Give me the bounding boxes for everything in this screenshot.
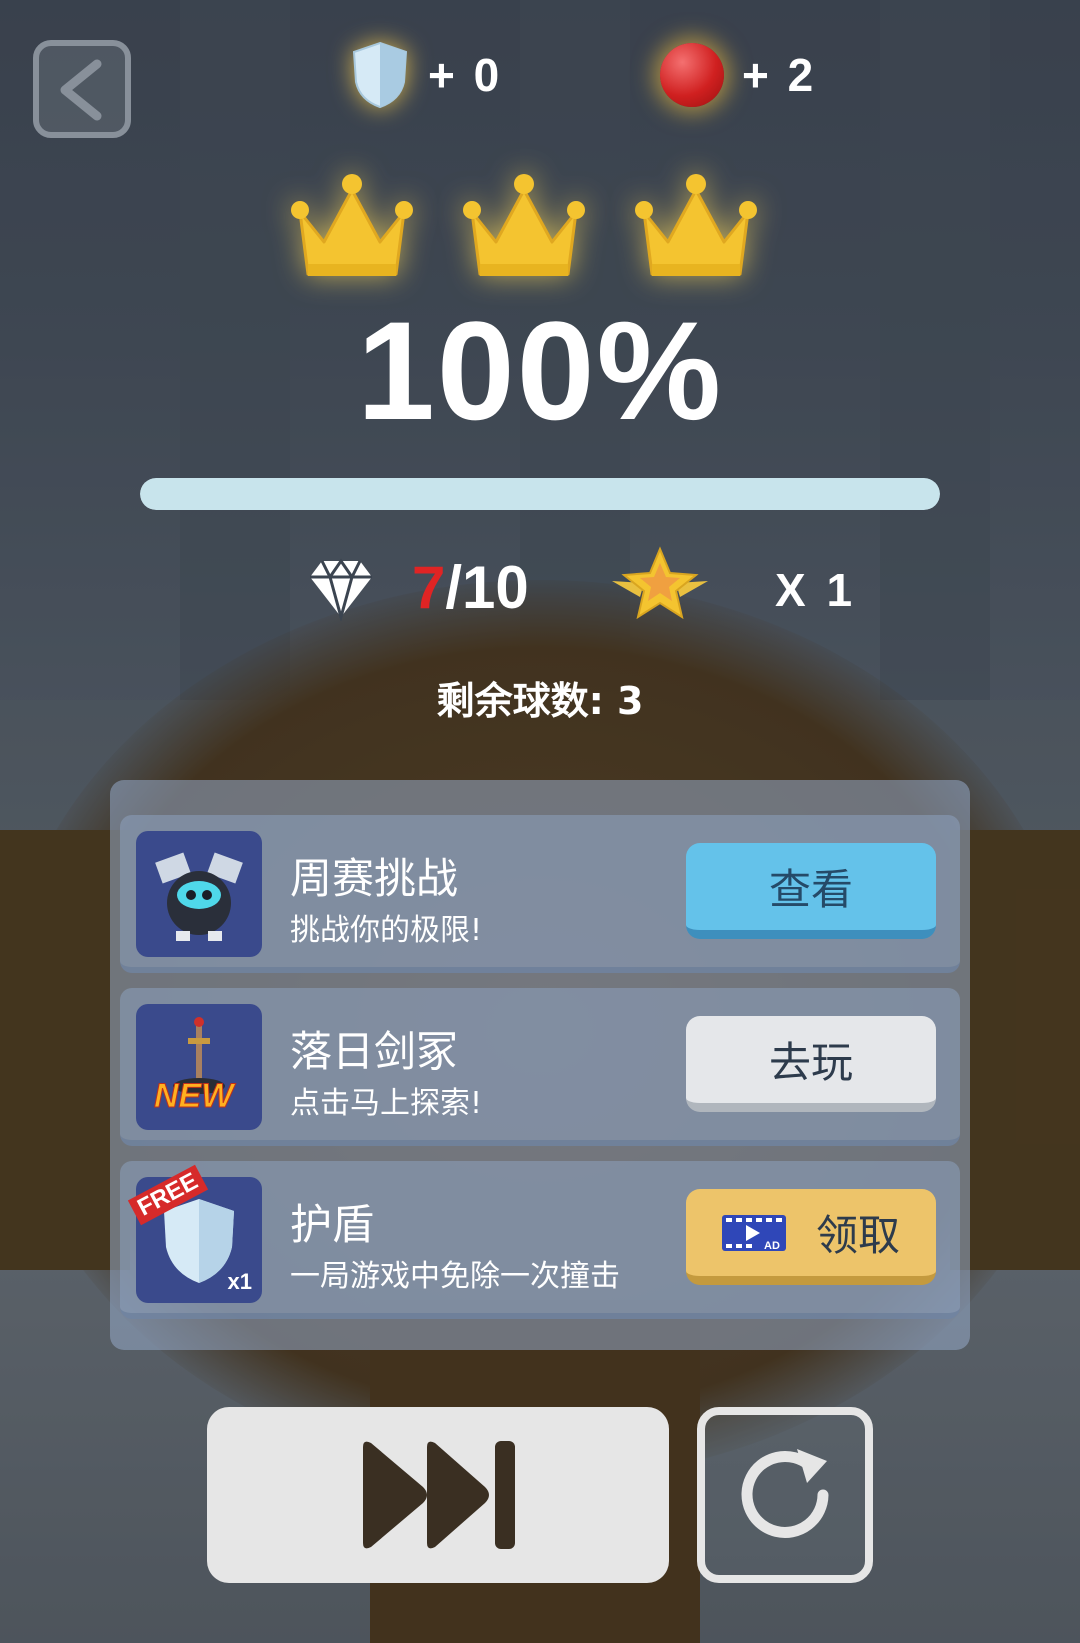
- card-title: 周赛挑战: [290, 854, 459, 903]
- star-multiplier: X 1: [775, 564, 857, 616]
- video-ad-icon: AD: [721, 1214, 786, 1252]
- svg-text:AD: AD: [764, 1240, 780, 1252]
- item-count: x1: [227, 1269, 252, 1294]
- card-subtitle: 点击马上探索!: [290, 1086, 483, 1121]
- card-title: 落日剑冢: [290, 1027, 459, 1076]
- chevron-left-icon: [60, 59, 102, 121]
- claim-ad-button[interactable]: AD 领取: [686, 1189, 936, 1285]
- ball-reward: + 2: [660, 40, 816, 110]
- skip-button[interactable]: [207, 1407, 669, 1583]
- winged-star-icon: [612, 546, 708, 620]
- progress-fill: [140, 478, 940, 510]
- gem-count: 7/10: [412, 553, 529, 622]
- crown-icon: [463, 174, 585, 276]
- sunset-sword-tomb-card: NEW 落日剑冢 点击马上探索! 去玩: [120, 988, 960, 1146]
- crown-icon: [635, 174, 757, 276]
- gems-total: /10: [445, 554, 529, 621]
- play-button[interactable]: 去玩: [686, 1016, 936, 1112]
- crown-rating: [290, 170, 790, 290]
- shield-offer-card: FREE x1 护盾 一局游戏中免除一次撞击 AD 领取: [120, 1161, 960, 1319]
- new-badge: NEW: [153, 1077, 234, 1116]
- robot-icon: [136, 831, 262, 957]
- crown-icon: [291, 174, 413, 276]
- weekly-challenge-card: 周赛挑战 挑战你的极限! 查看: [120, 815, 960, 973]
- ball-reward-count: + 2: [742, 49, 817, 101]
- offers-panel: 周赛挑战 挑战你的极限! 查看 NEW 落日剑冢 点击马上探索! 去玩 FREE…: [110, 780, 970, 1350]
- card-subtitle: 一局游戏中免除一次撞击: [290, 1259, 620, 1294]
- shield-icon: FREE x1: [127, 1164, 262, 1303]
- fast-forward-icon: [363, 1441, 515, 1549]
- card-subtitle: 挑战你的极限!: [290, 913, 483, 948]
- claim-button-label: 领取: [815, 1211, 900, 1260]
- red-ball-icon: [660, 43, 724, 107]
- replay-button[interactable]: [697, 1407, 873, 1583]
- balls-remaining: 剩余球数: 3: [436, 679, 644, 723]
- sword-icon: NEW: [136, 1004, 262, 1130]
- back-button[interactable]: [33, 40, 131, 138]
- stats-row: 7/10 X 1: [0, 545, 1080, 635]
- gems-collected: 7: [412, 554, 446, 621]
- replay-icon: [741, 1449, 829, 1538]
- shield-icon: [352, 41, 408, 109]
- shield-reward-count: + 0: [428, 49, 503, 101]
- view-button[interactable]: 查看: [686, 843, 936, 939]
- card-title: 护盾: [290, 1200, 375, 1249]
- completion-progress-bar: [140, 478, 940, 510]
- completion-percent: 100%: [356, 292, 724, 449]
- diamond-icon: [310, 558, 372, 621]
- shield-reward: + 0: [350, 40, 502, 110]
